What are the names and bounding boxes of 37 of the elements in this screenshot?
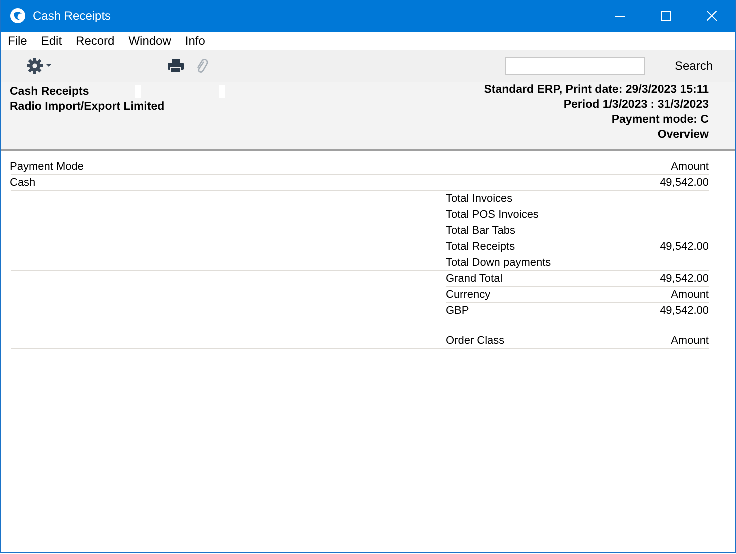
report-title: Radio Import/Export Limited xyxy=(10,100,165,112)
table-cell: 49,542.00 xyxy=(660,177,709,189)
table-cell: Total Receipts xyxy=(446,241,516,253)
column-header: Currency xyxy=(446,289,491,301)
close-icon[interactable] xyxy=(707,11,717,21)
column-header: Amount xyxy=(671,335,709,347)
menu-item[interactable]: File xyxy=(8,34,28,48)
table-cell: 49,542.00 xyxy=(660,273,709,285)
menu-item[interactable]: Edit xyxy=(41,34,62,48)
report-info: Standard ERP, Print date: 29/3/2023 15:11 xyxy=(484,84,709,98)
report-info: Payment mode: C xyxy=(610,114,709,128)
column-header: Amount xyxy=(671,289,709,301)
table-cell: 49,542.00 xyxy=(660,241,709,253)
table-cell: Grand Total xyxy=(446,273,503,285)
table-cell: Cash xyxy=(10,177,36,189)
app-logo-icon xyxy=(10,8,26,24)
column-header: Order Class xyxy=(446,335,505,347)
gear-icon[interactable] xyxy=(27,58,53,74)
table-cell: Total Down payments xyxy=(446,257,552,269)
search-field[interactable] xyxy=(504,57,645,75)
table-cell: GBP xyxy=(446,305,470,317)
maximize-icon[interactable] xyxy=(661,11,671,21)
report-title: Cash Receipts xyxy=(10,86,90,98)
printer-icon[interactable] xyxy=(168,59,184,73)
column-header: Payment Mode xyxy=(10,161,84,173)
report-info: Period 1/3/2023 : 31/3/2023 xyxy=(562,99,709,113)
menu-item[interactable]: Record xyxy=(76,34,115,48)
table-cell: Total POS Invoices xyxy=(446,209,539,221)
table-cell: Total Invoices xyxy=(446,193,513,205)
window-title: Cash Receipts xyxy=(33,9,112,23)
table-cell: 49,542.00 xyxy=(660,305,709,317)
menu-item[interactable]: Window xyxy=(128,34,172,48)
table-cell: Total Bar Tabs xyxy=(446,225,516,237)
report-info: Overview xyxy=(656,129,709,143)
search-button[interactable]: Search xyxy=(674,59,713,73)
column-header: Amount xyxy=(671,161,709,173)
menu-item[interactable]: Info xyxy=(185,34,206,48)
